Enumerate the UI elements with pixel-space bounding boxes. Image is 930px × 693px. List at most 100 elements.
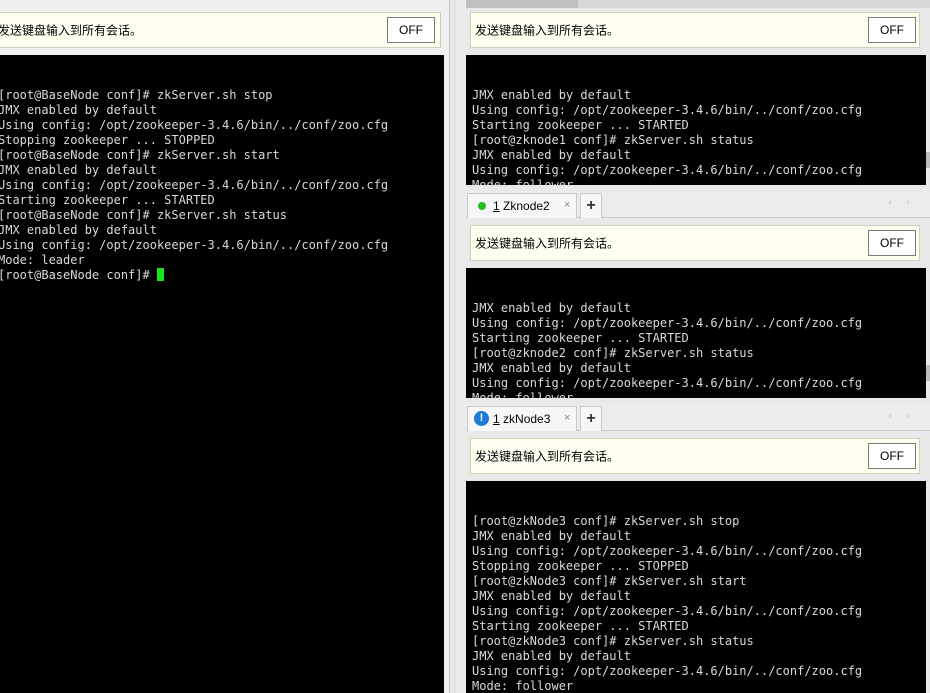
basenode-terminal[interactable]: [root@BaseNode conf]# zkServer.sh stop JM… [0, 55, 444, 693]
terminal-line-text: [root@BaseNode conf]# zkServer.sh status [0, 208, 287, 222]
terminal-line: JMX enabled by default [472, 301, 926, 316]
scrollbar-thumb[interactable] [926, 152, 930, 168]
terminal-line-text: [root@BaseNode conf]# zkServer.sh start [0, 148, 280, 162]
terminal-line: Starting zookeeper ... STARTED [0, 193, 444, 208]
terminal-line: Using config: /opt/zookeeper-3.4.6/bin/.… [0, 178, 444, 193]
terminal-line-text: Starting zookeeper ... STARTED [472, 331, 689, 345]
broadcast-off-button[interactable]: OFF [868, 17, 916, 43]
tab-title: 1 zkNode3 [493, 412, 551, 426]
terminal-line: JMX enabled by default [472, 589, 926, 604]
terminal-line-text: JMX enabled by default [472, 649, 631, 663]
alert-icon: ! [474, 411, 489, 426]
broadcast-message: 发送键盘输入到所有会话。 [475, 23, 620, 38]
zknode3-terminal[interactable]: [root@zkNode3 conf]# zkServer.sh stop JMX… [466, 481, 926, 693]
terminal-line: [root@BaseNode conf]# zkServer.sh stop [0, 88, 444, 103]
terminal-line: Mode: follower [472, 679, 926, 693]
terminal-line: JMX enabled by default [472, 529, 926, 544]
terminal-line-text: Mode: follower [472, 679, 574, 693]
add-tab-button[interactable]: + [580, 406, 602, 431]
terminal-line: JMX enabled by default [472, 88, 926, 103]
terminal-line: Stopping zookeeper ... STOPPED [0, 133, 444, 148]
terminal-line-text: Mode: leader [0, 253, 85, 267]
zknode2-terminal[interactable]: JMX enabled by default Using config: /opt… [466, 268, 926, 398]
terminal-line-text: Mode: follower [472, 178, 574, 185]
terminal-line-text: JMX enabled by default [472, 529, 631, 543]
terminal-line-text: Using config: /opt/zookeeper-3.4.6/bin/.… [472, 376, 863, 390]
terminal-line: Using config: /opt/zookeeper-3.4.6/bin/.… [472, 163, 926, 178]
terminal-line: [root@BaseNode conf]# zkServer.sh start [0, 148, 444, 163]
terminal-line-text: [root@zknode1 conf]# zkServer.sh status [472, 133, 754, 147]
terminal-line: [root@zkNode3 conf]# zkServer.sh start [472, 574, 926, 589]
terminal-line: Starting zookeeper ... STARTED [472, 331, 926, 346]
terminal-line-text: JMX enabled by default [472, 148, 631, 162]
terminal-line-text: Starting zookeeper ... STARTED [472, 619, 689, 633]
terminal-line-text: Using config: /opt/zookeeper-3.4.6/bin/.… [0, 238, 389, 252]
broadcast-off-button[interactable]: OFF [387, 17, 435, 43]
terminal-line: [root@BaseNode conf]# zkServer.sh status [0, 208, 444, 223]
tab-zknode2[interactable]: 1 Zknode2 × [467, 193, 577, 218]
zknode2-tabbar: 1 Zknode2 × + ‹ › [466, 191, 930, 218]
terminal-line: [root@zkNode3 conf]# zkServer.sh stop [472, 514, 926, 529]
terminal-line-text: Using config: /opt/zookeeper-3.4.6/bin/.… [472, 316, 863, 330]
add-tab-button[interactable]: + [580, 193, 602, 218]
terminal-line: [root@zknode1 conf]# zkServer.sh status [472, 133, 926, 148]
terminal-line: Using config: /opt/zookeeper-3.4.6/bin/.… [472, 664, 926, 679]
terminal-line: Stopping zookeeper ... STOPPED [472, 559, 926, 574]
terminal-line-text: Starting zookeeper ... STARTED [0, 193, 215, 207]
terminal-line-text: Stopping zookeeper ... STOPPED [0, 133, 215, 147]
terminal-line: Using config: /opt/zookeeper-3.4.6/bin/.… [472, 544, 926, 559]
terminal-line: JMX enabled by default [0, 103, 444, 118]
broadcast-message: 发送键盘输入到所有会话。 [0, 23, 143, 38]
broadcast-off-button[interactable]: OFF [868, 443, 916, 469]
terminal-line-text: [root@BaseNode conf]# zkServer.sh stop [0, 88, 273, 102]
terminal-line-text: Using config: /opt/zookeeper-3.4.6/bin/.… [472, 604, 863, 618]
green-dot-icon [478, 202, 486, 210]
tab-title: 1 Zknode2 [493, 199, 550, 213]
terminal-line: [root@BaseNode conf]# [0, 268, 444, 283]
basenode-session-pane: 发送键盘输入到所有会话。 OFF [root@BaseNode conf]# z… [0, 0, 449, 693]
terminal-line: Using config: /opt/zookeeper-3.4.6/bin/.… [0, 238, 444, 253]
zknode1-tab-edge[interactable] [466, 0, 578, 8]
zknode3-tabbar: ! 1 zkNode3 × + ‹ › [466, 404, 930, 431]
terminal-line-text: Using config: /opt/zookeeper-3.4.6/bin/.… [0, 178, 389, 192]
terminal-line-text: Using config: /opt/zookeeper-3.4.6/bin/.… [472, 664, 863, 678]
terminal-line: Using config: /opt/zookeeper-3.4.6/bin/.… [472, 376, 926, 391]
terminal-line: [root@zkNode3 conf]# zkServer.sh status [472, 634, 926, 649]
terminal-line-text: JMX enabled by default [0, 103, 157, 117]
terminal-line-text: Using config: /opt/zookeeper-3.4.6/bin/.… [472, 163, 863, 177]
terminal-line-text: JMX enabled by default [472, 301, 631, 315]
terminal-line-text: [root@zkNode3 conf]# zkServer.sh stop [472, 514, 740, 528]
terminal-line-text: [root@zkNode3 conf]# zkServer.sh status [472, 634, 754, 648]
pane-splitter[interactable] [449, 0, 466, 693]
terminal-cursor [156, 268, 164, 281]
broadcast-off-button[interactable]: OFF [868, 230, 916, 256]
close-icon[interactable]: × [564, 412, 570, 424]
zknode1-terminal[interactable]: JMX enabled by default Using config: /opt… [466, 55, 926, 185]
scrollbar-thumb[interactable] [926, 365, 930, 381]
terminal-line-text: JMX enabled by default [472, 88, 631, 102]
zknode1-broadcast-bar: 发送键盘输入到所有会话。 OFF [470, 12, 920, 48]
terminal-line-text: Stopping zookeeper ... STOPPED [472, 559, 689, 573]
terminal-line: JMX enabled by default [472, 649, 926, 664]
terminal-line: Using config: /opt/zookeeper-3.4.6/bin/.… [472, 103, 926, 118]
tab-nav-arrows[interactable]: ‹ › [889, 410, 916, 421]
terminal-line: Starting zookeeper ... STARTED [472, 118, 926, 133]
terminal-line-text: JMX enabled by default [472, 589, 631, 603]
terminal-line-text: [root@zkNode3 conf]# zkServer.sh start [472, 574, 747, 588]
terminal-line-text: JMX enabled by default [472, 361, 631, 375]
tab-zknode3[interactable]: ! 1 zkNode3 × [467, 406, 577, 431]
terminal-line-text: [root@BaseNode conf]# [0, 268, 157, 282]
terminal-line: Starting zookeeper ... STARTED [472, 619, 926, 634]
broadcast-message: 发送键盘输入到所有会话。 [475, 236, 620, 251]
terminal-line-text: [root@zknode2 conf]# zkServer.sh status [472, 346, 754, 360]
terminal-line-text: Starting zookeeper ... STARTED [472, 118, 689, 132]
terminal-line: JMX enabled by default [472, 361, 926, 376]
terminal-line: JMX enabled by default [0, 223, 444, 238]
terminal-line: [root@zknode2 conf]# zkServer.sh status [472, 346, 926, 361]
terminal-line: JMX enabled by default [0, 163, 444, 178]
terminal-line: JMX enabled by default [472, 148, 926, 163]
tab-nav-arrows[interactable]: ‹ › [889, 197, 916, 208]
close-icon[interactable]: × [564, 199, 570, 211]
terminal-line: Using config: /opt/zookeeper-3.4.6/bin/.… [0, 118, 444, 133]
terminal-line-text: JMX enabled by default [0, 163, 157, 177]
